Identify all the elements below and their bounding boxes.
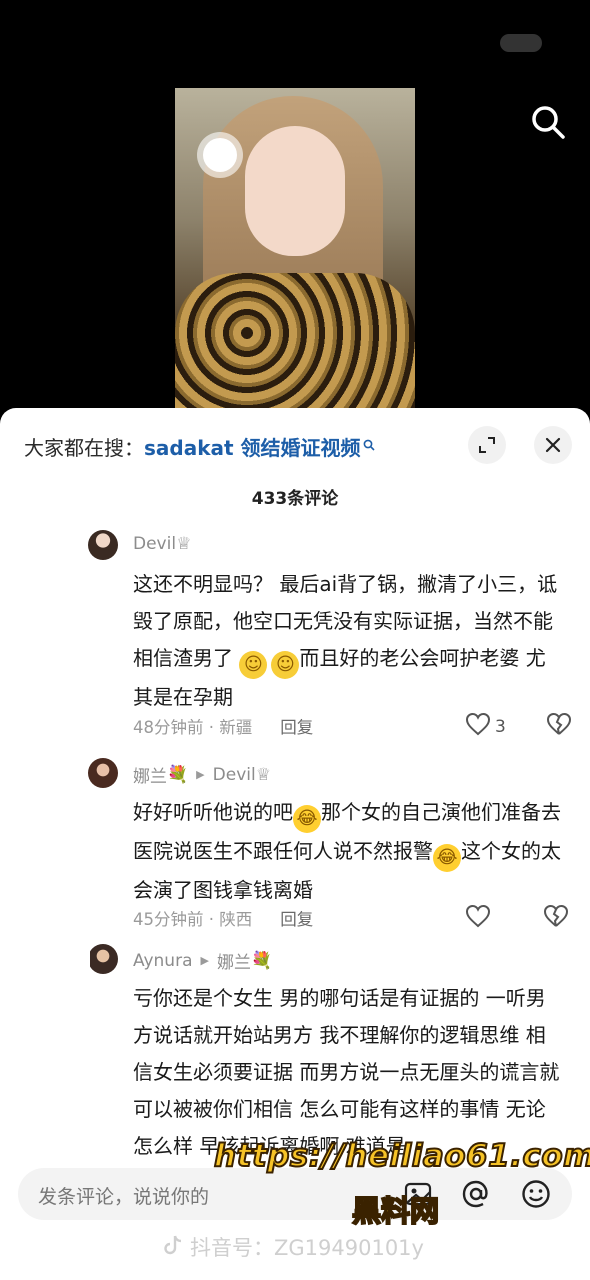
comment-author[interactable]: Aynura ▶ 娜兰 💐 — [133, 948, 272, 974]
small-search-icon — [363, 432, 375, 456]
smile-emoji-icon: ☺ — [271, 651, 300, 679]
comment-author[interactable]: Devil ♕ — [133, 534, 191, 554]
comment-input-bar: 发条评论，说说你的 抖音号：ZG19490101y — [0, 1160, 590, 1280]
reply-arrow-icon: ▶ — [196, 768, 205, 781]
expand-icon[interactable] — [468, 426, 506, 464]
dislike-broken-heart-icon[interactable] — [543, 904, 569, 933]
hair-flower — [203, 138, 237, 172]
avatar[interactable] — [88, 758, 118, 788]
comment-text: 这还不明显吗？ 最后ai背了锅，撇清了小三，诋毁了原配，他空口无凭没有实际证据，… — [133, 572, 558, 709]
video-frame[interactable] — [175, 88, 415, 418]
comment-input[interactable]: 发条评论，说说你的 — [18, 1168, 572, 1220]
comment-actions: 3 — [465, 712, 572, 741]
like-count: 3 — [495, 716, 506, 737]
reply-arrow-icon: ▶ — [200, 954, 209, 967]
avatar[interactable] — [90, 944, 118, 974]
hot-search-query[interactable]: sadakat 领结婚证视频 — [144, 436, 361, 460]
reply-to-name[interactable]: 娜兰 — [217, 948, 251, 973]
hot-search-bar[interactable]: 大家都在搜：sadakat 领结婚证视频 — [24, 432, 375, 461]
hot-search-prefix: 大家都在搜： — [24, 436, 144, 460]
author-badge: 💐 — [167, 764, 189, 785]
douyin-id-watermark: 抖音号：ZG19490101y — [164, 1232, 424, 1262]
laugh-cry-emoji-icon: 😂 — [293, 805, 321, 833]
comment-count: 433条评论 — [251, 489, 339, 509]
search-icon[interactable] — [528, 102, 568, 142]
emoji-icon[interactable] — [520, 1178, 552, 1210]
comment-item: Devil ♕ 这还不明显吗？ 最后ai背了锅，撇清了小三，诋毁了原配，他空口无凭… — [88, 528, 572, 758]
comment-item: Aynura ▶ 娜兰 💐 亏你还是个女生 男的哪句话是有证据的 一听男方说话就开… — [90, 942, 570, 1162]
reply-to-name[interactable]: Devil — [213, 765, 256, 785]
author-name[interactable]: Aynura — [133, 951, 193, 971]
author-name[interactable]: Devil — [133, 534, 176, 554]
video-player[interactable] — [0, 0, 590, 420]
watermark-site-name: 黑料网 — [351, 1193, 440, 1229]
like-heart-icon[interactable] — [465, 712, 491, 741]
video-person-clothes — [175, 273, 415, 418]
avatar[interactable] — [88, 530, 118, 560]
status-indicator — [500, 34, 542, 52]
comment-text: 好好听听他说的吧 😂 那个女的自己演他们准备去医院说医生不跟任何人说不然报警 😂 这个女… — [133, 800, 561, 902]
author-name[interactable]: 娜兰 — [133, 762, 167, 787]
comment-item: 娜兰 💐 ▶ Devil ♕ 好好听听他说的吧 😂 那个女的自己演他们准备去医院说医生不… — [88, 756, 570, 936]
smile-emoji-icon: ☺ — [239, 651, 268, 679]
like-heart-icon[interactable] — [465, 904, 491, 933]
reply-button[interactable]: 回复 — [280, 910, 313, 929]
douyin-logo-icon — [164, 1234, 184, 1261]
comment-meta: 48分钟前 · 新疆 回复 — [133, 718, 314, 737]
comment-author[interactable]: 娜兰 💐 ▶ Devil ♕ — [133, 762, 271, 788]
at-mention-icon[interactable] — [460, 1178, 492, 1210]
comment-actions — [465, 904, 569, 933]
reply-button[interactable]: 回复 — [280, 718, 313, 737]
comment-text: 亏你还是个女生 男的哪句话是有证据的 一听男方说话就开始站男方 我不理解你的逻辑… — [133, 986, 560, 1158]
watermark-url: https://heiliao61.com — [213, 1137, 590, 1175]
close-icon[interactable] — [534, 426, 572, 464]
laugh-cry-emoji-icon: 😂 — [433, 844, 461, 872]
comment-input-placeholder: 发条评论，说说你的 — [38, 1186, 210, 1208]
dislike-broken-heart-icon[interactable] — [546, 712, 572, 741]
comment-meta: 45分钟前 · 陕西 回复 — [133, 910, 314, 929]
author-badge: ♕ — [176, 534, 192, 554]
video-person-face — [245, 126, 345, 256]
